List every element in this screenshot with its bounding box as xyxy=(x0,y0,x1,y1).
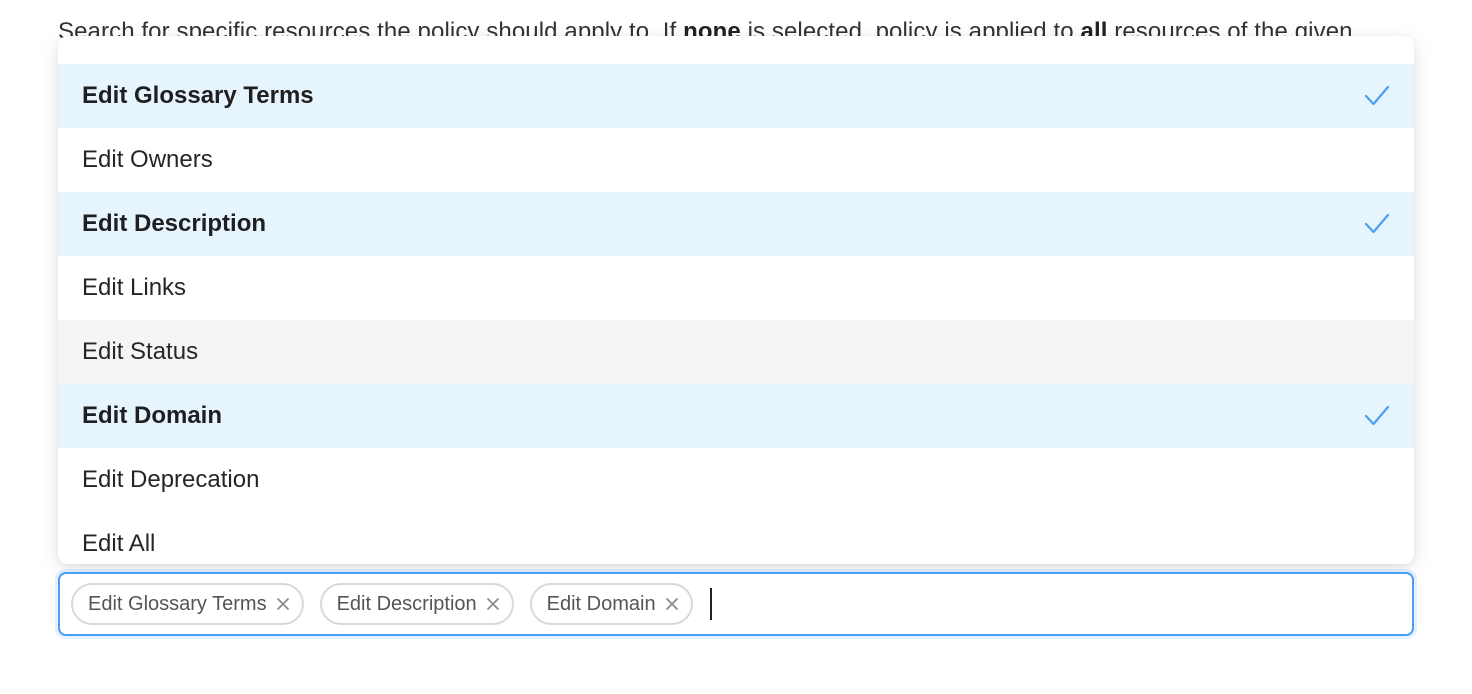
close-icon[interactable] xyxy=(486,597,500,611)
option-edit-glossary-terms[interactable]: Edit Glossary Terms xyxy=(58,64,1414,128)
check-icon xyxy=(1364,213,1390,234)
option-label: Edit Domain xyxy=(82,402,223,429)
option-label: Edit Status xyxy=(82,338,199,365)
check-icon xyxy=(1364,85,1390,106)
option-edit-domain[interactable]: Edit Domain xyxy=(58,384,1414,448)
option-label: Edit Glossary Terms xyxy=(82,82,314,109)
text-cursor xyxy=(709,588,712,620)
option-label: Edit All xyxy=(82,530,156,557)
option-label: Edit Description xyxy=(82,210,267,237)
close-icon[interactable] xyxy=(665,597,679,611)
privileges-dropdown[interactable]: Edit Glossary Terms Edit Owners Edit Des… xyxy=(58,36,1414,564)
selected-tag-glossary-terms: Edit Glossary Terms xyxy=(71,583,304,625)
tag-label: Edit Domain xyxy=(546,592,656,615)
option-edit-owners[interactable]: Edit Owners xyxy=(58,128,1414,192)
check-icon xyxy=(1364,405,1390,426)
option-edit-links[interactable]: Edit Links xyxy=(58,256,1414,320)
selected-tag-domain: Edit Domain xyxy=(529,583,693,625)
page: Search for specific resources the policy… xyxy=(0,0,1472,694)
option-edit-description[interactable]: Edit Description xyxy=(58,192,1414,256)
option-label: Edit Owners xyxy=(82,146,213,173)
option-edit-all[interactable]: Edit All xyxy=(58,512,1414,564)
option-edit-status[interactable]: Edit Status xyxy=(58,320,1414,384)
tag-label: Edit Glossary Terms xyxy=(88,592,267,615)
option-edit-deprecation[interactable]: Edit Deprecation xyxy=(58,448,1414,512)
option-label: Edit Deprecation xyxy=(82,466,260,493)
selected-tag-description: Edit Description xyxy=(319,583,514,625)
close-icon[interactable] xyxy=(276,597,290,611)
option-label: Edit Links xyxy=(82,274,187,301)
tag-label: Edit Description xyxy=(336,592,477,615)
privileges-select-input[interactable]: Edit Glossary Terms Edit Description Edi… xyxy=(58,572,1414,636)
dropdown-options-list: Edit Glossary Terms Edit Owners Edit Des… xyxy=(58,64,1414,564)
